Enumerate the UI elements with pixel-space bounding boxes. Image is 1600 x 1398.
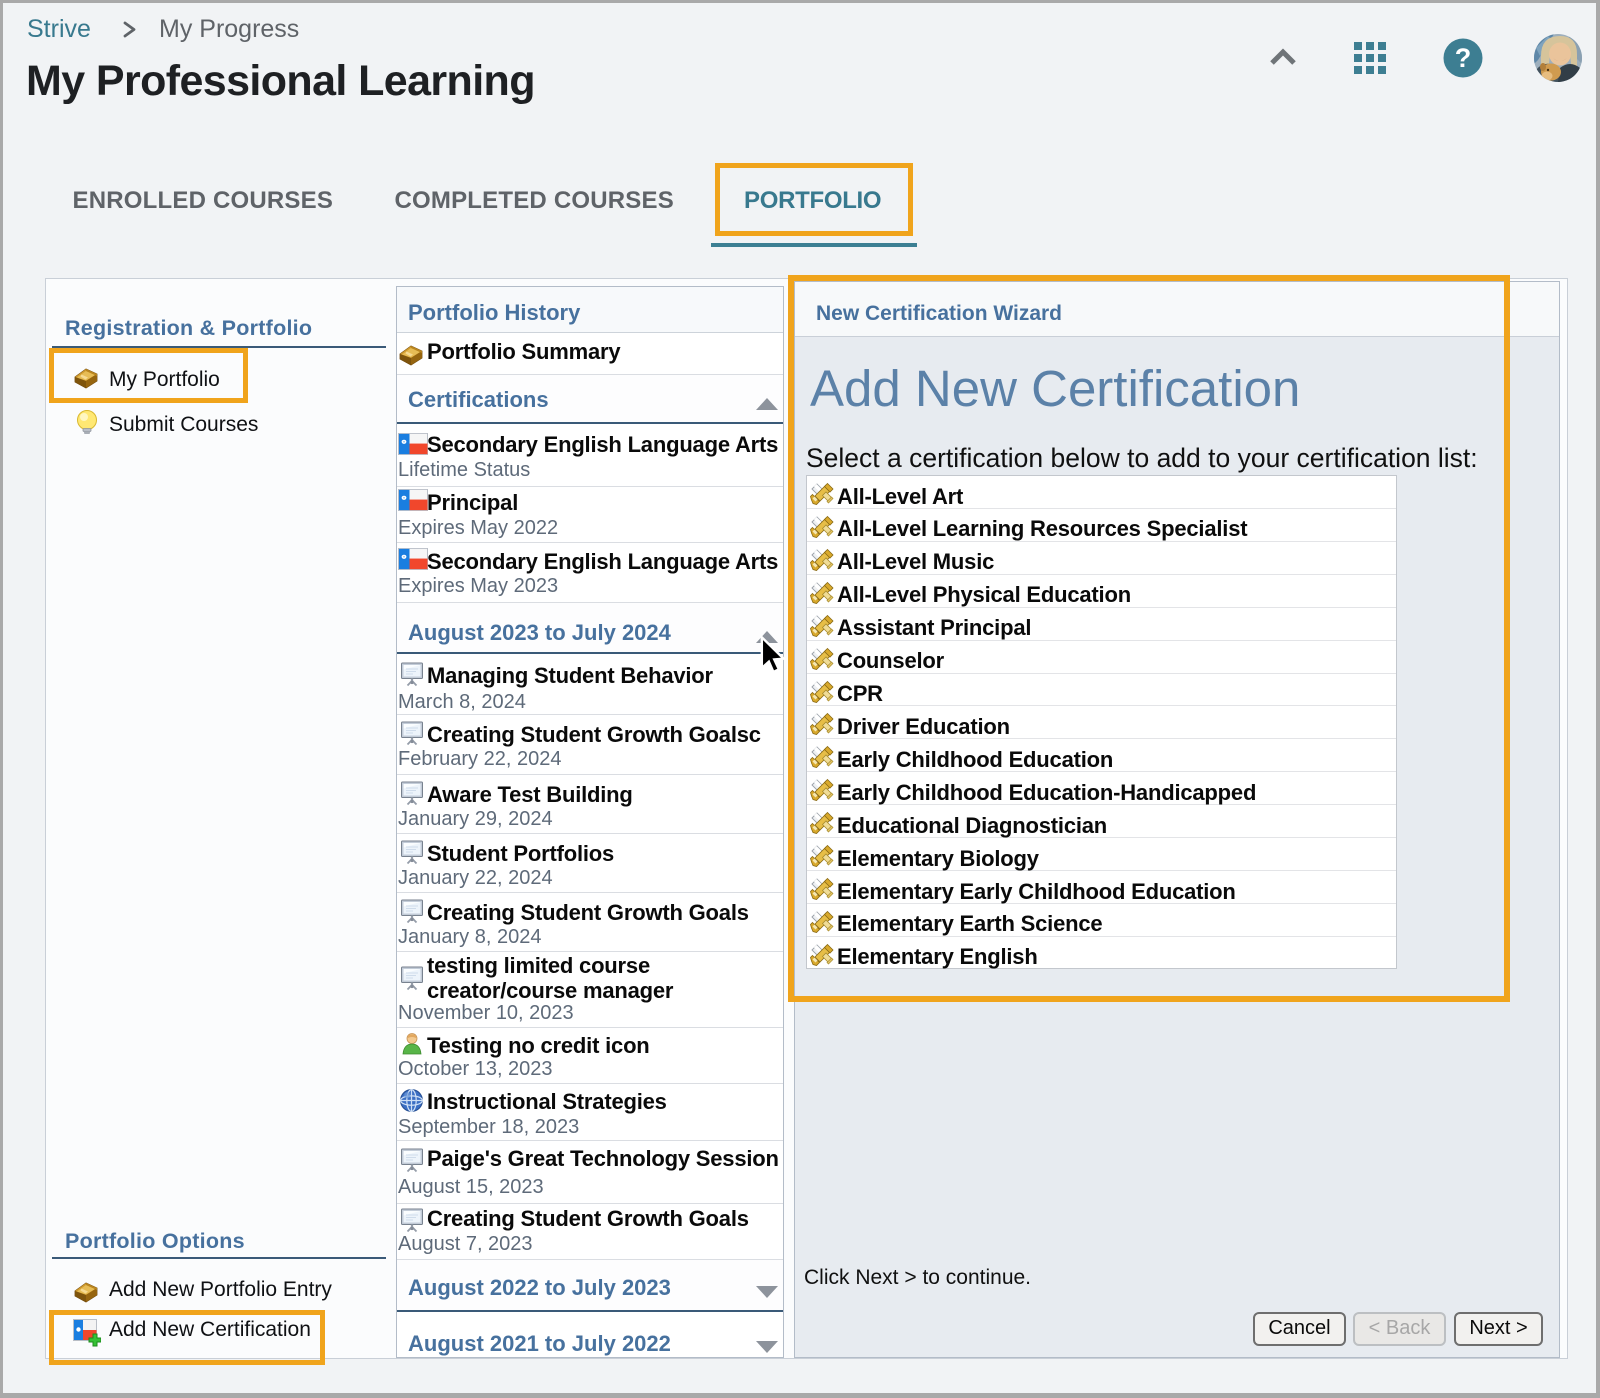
- svg-text:?: ?: [1455, 43, 1472, 73]
